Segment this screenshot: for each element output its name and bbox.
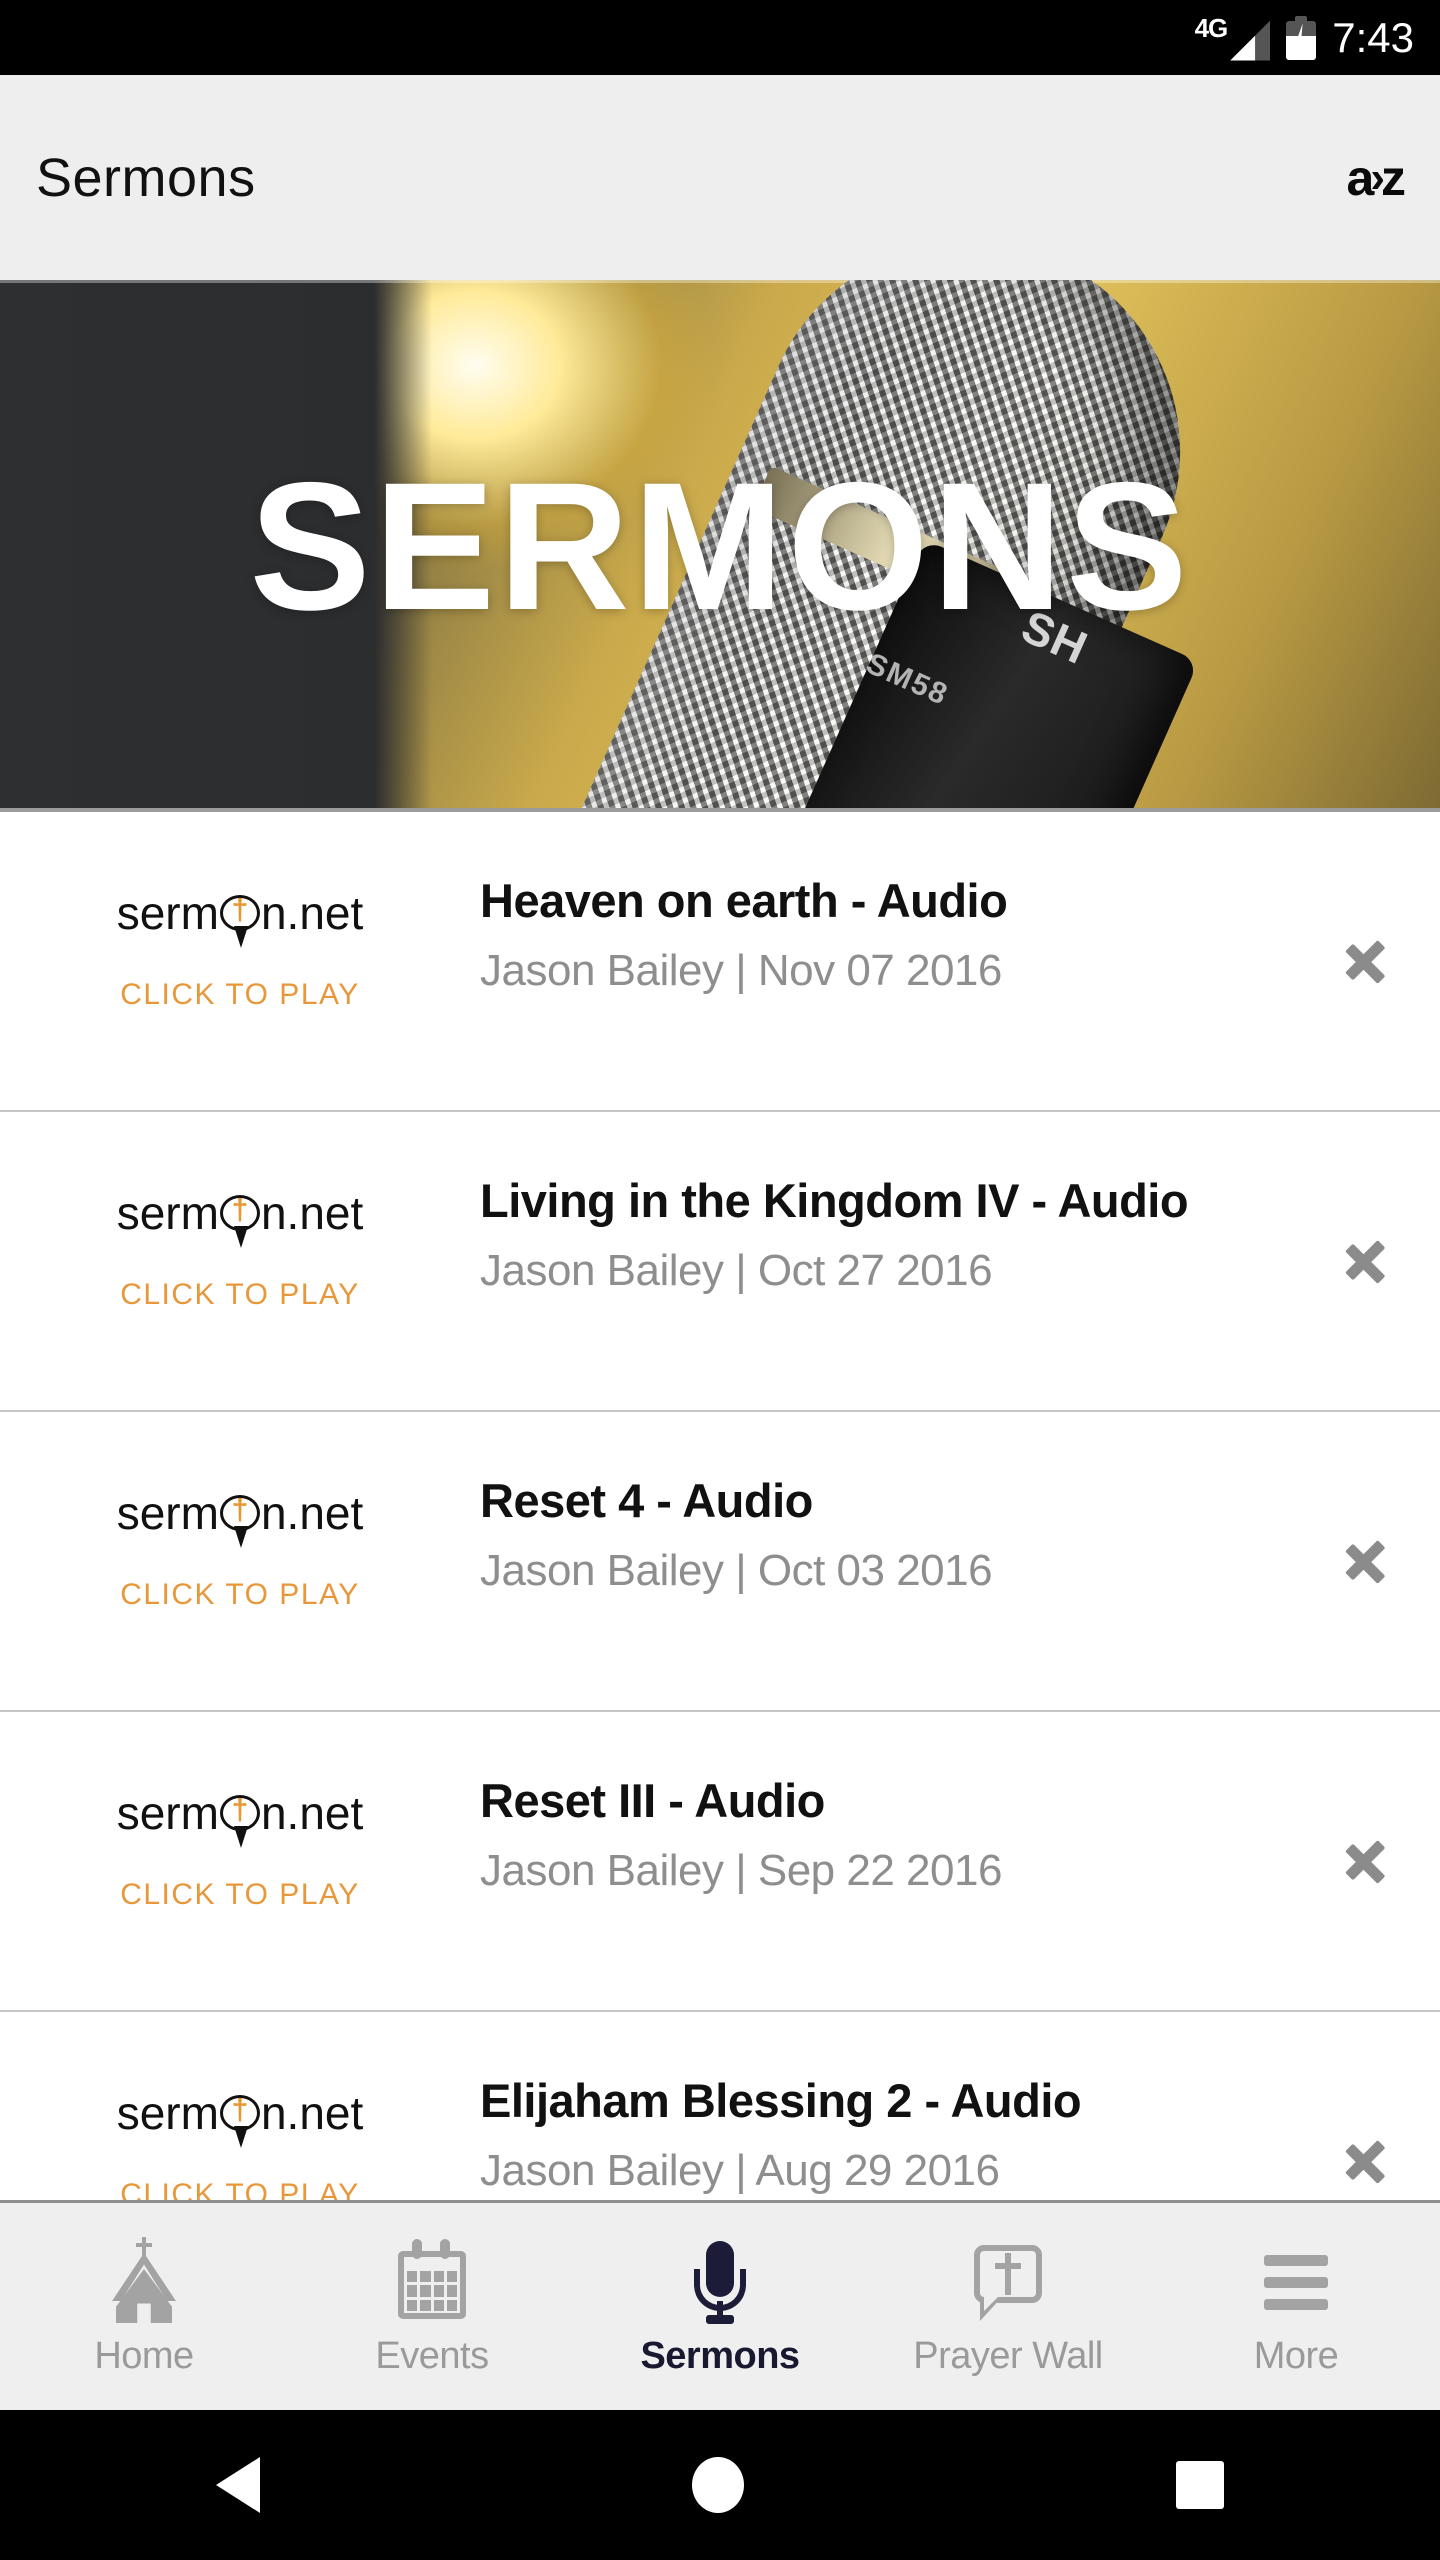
click-to-play-label[interactable]: CLICK TO PLAY [120,978,360,1012]
sermon-title: Reset 4 - Audio [480,1474,813,1527]
sermon-meta: Jason Bailey | Oct 03 2016 [480,1546,993,1596]
logo-text-after: n.net [260,1187,364,1239]
tab-sermons[interactable]: Sermons [576,2203,864,2410]
sermon-list-item[interactable]: serm † n.net CLICK TO PLAY Reset 4 - Audio Ja… [0,1412,1440,1712]
sermon-net-logo: serm † n.net [116,1487,364,1548]
phone-screen: 4G 7:43 Sermons a › z SH SM58 SERMONS se… [0,0,1440,2560]
hero-banner[interactable]: SH SM58 SERMONS [0,280,1440,812]
sort-letter-z: z [1381,149,1406,206]
logo-text-before: serm [116,887,219,939]
click-to-play-label[interactable]: CLICK TO PLAY [120,1278,360,1312]
bottom-tab-bar[interactable]: Home Events Sermons Prayer Wall More [0,2200,1440,2410]
status-icons: 4G 7:43 [1195,15,1414,61]
speech-bubble-icon: † [219,1193,260,1248]
sermon-meta: Jason Bailey | Nov 07 2016 [480,946,1002,996]
sermon-title: Heaven on earth - Audio [480,874,1008,927]
sermon-list-item[interactable]: serm † n.net CLICK TO PLAY Living in the Kin… [0,1112,1440,1412]
sermon-net-logo: serm † n.net [116,1187,364,1248]
sermon-net-logo: serm † n.net [116,887,364,948]
chevron-right-icon[interactable] [1290,1112,1440,1412]
status-clock: 7:43 [1332,13,1414,61]
sermon-text-block: Elijaham Blessing 2 - Audio Jason Bailey … [480,2012,1290,2197]
sermon-meta: Jason Bailey | Aug 29 2016 [480,2146,1000,2196]
home-circle-icon[interactable] [692,2457,744,2513]
sermon-title: Reset III - Audio [480,1774,825,1827]
church-icon [98,2235,190,2327]
battery-charging-icon [1286,15,1317,60]
tab-label: Prayer Wall [913,2335,1103,2377]
cross-icon: † [231,2093,249,2127]
logo-text-after: n.net [260,1787,364,1839]
speech-cross-icon [962,2235,1054,2327]
sermon-thumbnail[interactable]: serm † n.net CLICK TO PLAY [0,1112,480,1410]
chevron-right-icon[interactable] [1290,1412,1440,1712]
chevron-right-icon[interactable] [1290,2012,1440,2200]
sermon-thumbnail[interactable]: serm † n.net CLICK TO PLAY [0,2012,480,2200]
tab-more[interactable]: More [1152,2203,1440,2410]
logo-text-after: n.net [260,2087,364,2139]
sermon-meta: Jason Bailey | Sep 22 2016 [480,1846,1002,1896]
tab-label: Sermons [640,2335,800,2377]
app-bar: Sermons a › z [0,75,1440,280]
sermon-list-item[interactable]: serm † n.net CLICK TO PLAY Elijaham Blessing… [0,2012,1440,2200]
sermon-meta: Jason Bailey | Oct 27 2016 [480,1246,993,1296]
click-to-play-label[interactable]: CLICK TO PLAY [120,1578,360,1612]
tab-prayer-wall[interactable]: Prayer Wall [864,2203,1152,2410]
cross-icon: † [231,1193,249,1227]
logo-text-after: n.net [260,887,364,939]
hamburger-icon [1250,2235,1342,2327]
status-bar: 4G 7:43 [0,0,1440,75]
cross-icon: † [231,1793,249,1827]
logo-text-before: serm [116,1487,219,1539]
recents-square-icon[interactable] [1176,2461,1224,2509]
chevron-right-icon[interactable] [1290,812,1440,1112]
sermon-title: Elijaham Blessing 2 - Audio [480,2074,1082,2127]
sermon-text-block: Living in the Kingdom IV - Audio Jason Ba… [480,1112,1290,1297]
a-to-z-sort-icon[interactable]: a › z [1346,149,1406,207]
sermon-text-block: Reset 4 - Audio Jason Bailey | Oct 03 201… [480,1412,1290,1597]
logo-text-before: serm [116,1187,219,1239]
sermon-list-item[interactable]: serm † n.net CLICK TO PLAY Heaven on earth -… [0,812,1440,1112]
speech-bubble-icon: † [219,893,260,948]
sermon-title: Living in the Kingdom IV - Audio [480,1174,1189,1227]
logo-text-before: serm [116,1787,219,1839]
tab-label: Events [375,2335,489,2377]
tab-events[interactable]: Events [288,2203,576,2410]
microphone-icon [674,2235,766,2327]
cross-icon: † [231,893,249,927]
android-navigation-bar[interactable] [0,2410,1440,2560]
sermon-list[interactable]: serm † n.net CLICK TO PLAY Heaven on earth -… [0,812,1440,2200]
sermon-thumbnail[interactable]: serm † n.net CLICK TO PLAY [0,1412,480,1710]
sermon-net-logo: serm † n.net [116,1787,364,1848]
click-to-play-label[interactable]: CLICK TO PLAY [120,1878,360,1912]
tab-home[interactable]: Home [0,2203,288,2410]
speech-bubble-icon: † [219,2093,260,2148]
logo-text-after: n.net [260,1487,364,1539]
sermon-net-logo: serm † n.net [116,2087,364,2148]
speech-bubble-icon: † [219,1493,260,1548]
signal-bars-icon: 4G [1195,15,1271,61]
sermon-thumbnail[interactable]: serm † n.net CLICK TO PLAY [0,812,480,1110]
network-type-label: 4G [1194,12,1229,43]
logo-text-before: serm [116,2087,219,2139]
sermon-thumbnail[interactable]: serm † n.net CLICK TO PLAY [0,1712,480,2010]
chevron-right-icon[interactable] [1290,1712,1440,2012]
sermon-text-block: Heaven on earth - Audio Jason Bailey | No… [480,812,1290,997]
signal-triangle-icon [1230,20,1271,61]
page-title: Sermons [36,147,256,208]
cross-icon: † [231,1493,249,1527]
sermon-list-item[interactable]: serm † n.net CLICK TO PLAY Reset III - Audio… [0,1712,1440,2012]
calendar-icon [386,2235,478,2327]
sermon-text-block: Reset III - Audio Jason Bailey | Sep 22 2… [480,1712,1290,1897]
sort-letter-a: a [1346,149,1375,206]
speech-bubble-icon: † [219,1793,260,1848]
back-triangle-icon[interactable] [216,2457,260,2513]
hero-title: SERMONS [249,444,1191,648]
tab-label: Home [94,2335,194,2377]
tab-label: More [1253,2335,1339,2377]
click-to-play-label[interactable]: CLICK TO PLAY [120,2178,360,2200]
